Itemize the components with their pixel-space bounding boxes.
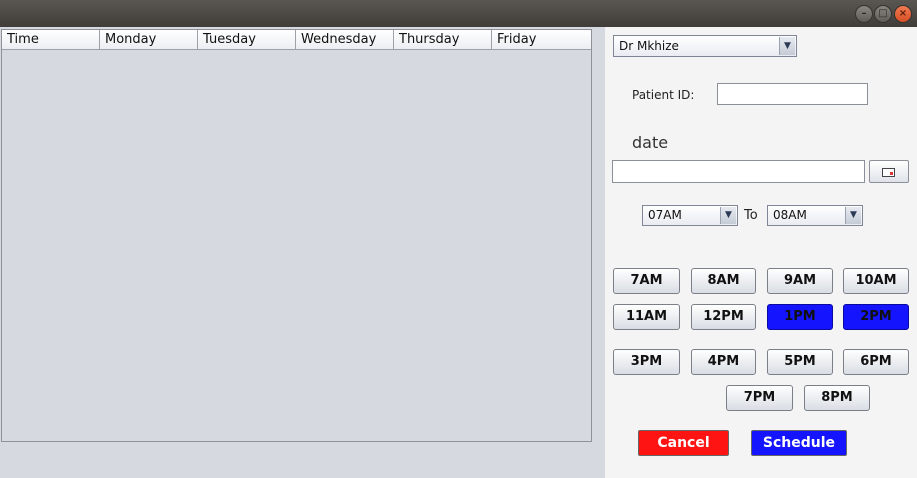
column-header-friday[interactable]: Friday [492, 30, 591, 49]
table-header: Time Monday Tuesday Wednesday Thursday F… [2, 30, 591, 50]
time-slot-11am[interactable]: 11AM [613, 304, 680, 330]
patient-id-input[interactable] [717, 83, 868, 105]
window-titlebar: – □ × [0, 0, 917, 27]
time-range-to-label: To [744, 208, 758, 223]
calendar-icon [882, 168, 895, 177]
date-picker-button[interactable] [869, 160, 909, 183]
schedule-table[interactable]: Time Monday Tuesday Wednesday Thursday F… [1, 29, 592, 442]
doctor-select[interactable]: Dr Mkhize ▼ [613, 35, 797, 57]
close-icon[interactable]: × [894, 5, 912, 23]
maximize-icon[interactable]: □ [874, 5, 892, 23]
time-slot-10am[interactable]: 10AM [843, 268, 909, 294]
date-label: date [632, 133, 669, 152]
time-slot-6pm[interactable]: 6PM [843, 349, 909, 375]
time-slot-7am[interactable]: 7AM [613, 268, 680, 294]
column-header-wednesday[interactable]: Wednesday [296, 30, 394, 49]
patient-id-label: Patient ID: [632, 88, 695, 102]
column-header-monday[interactable]: Monday [100, 30, 198, 49]
time-slot-2pm[interactable]: 2PM [843, 304, 909, 330]
date-input[interactable] [612, 160, 865, 183]
doctor-select-value: Dr Mkhize [619, 39, 679, 53]
column-header-thursday[interactable]: Thursday [394, 30, 492, 49]
start-time-value: 07AM [648, 208, 682, 222]
time-slot-8pm[interactable]: 8PM [804, 385, 870, 411]
chevron-down-icon: ▼ [845, 207, 861, 224]
start-time-select[interactable]: 07AM ▼ [642, 205, 738, 226]
chevron-down-icon: ▼ [720, 207, 736, 224]
end-time-value: 08AM [773, 208, 807, 222]
time-slot-4pm[interactable]: 4PM [691, 349, 756, 375]
schedule-button[interactable]: Schedule [751, 430, 847, 456]
column-header-time[interactable]: Time [2, 30, 100, 49]
schedule-area: Time Monday Tuesday Wednesday Thursday F… [0, 27, 605, 478]
time-slot-3pm[interactable]: 3PM [613, 349, 680, 375]
time-slot-5pm[interactable]: 5PM [767, 349, 833, 375]
time-slot-8am[interactable]: 8AM [691, 268, 756, 294]
cancel-button[interactable]: Cancel [638, 430, 729, 456]
time-slot-7pm[interactable]: 7PM [726, 385, 793, 411]
column-header-tuesday[interactable]: Tuesday [198, 30, 296, 49]
chevron-down-icon: ▼ [779, 37, 795, 55]
end-time-select[interactable]: 08AM ▼ [767, 205, 863, 226]
minimize-icon[interactable]: – [855, 5, 873, 23]
booking-panel: Dr Mkhize ▼ Patient ID: date 07AM ▼ To 0… [605, 27, 917, 478]
time-slot-1pm[interactable]: 1PM [767, 304, 833, 330]
time-slot-12pm[interactable]: 12PM [691, 304, 756, 330]
time-slot-9am[interactable]: 9AM [767, 268, 833, 294]
